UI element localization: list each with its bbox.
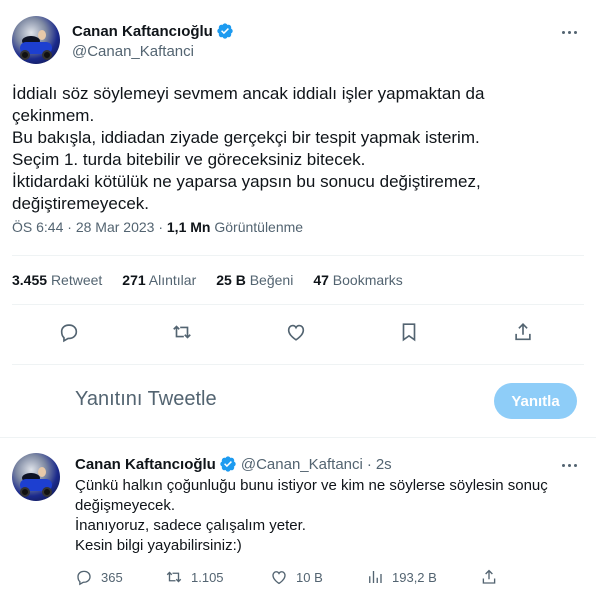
- reply-icon[interactable]: [58, 321, 80, 343]
- reply-text: Çünkü halkın çoğunluğu bunu istiyor ve k…: [75, 477, 548, 554]
- reply-time[interactable]: 2s: [376, 456, 392, 473]
- reply-handle[interactable]: @Canan_Kaftanci: [241, 456, 363, 473]
- views-icon: [369, 571, 382, 583]
- like-icon: [272, 571, 286, 585]
- bookmark-icon[interactable]: [398, 321, 420, 343]
- reply-author-row: Canan Kaftancıoğlu @Canan_Kaftanci · 2s: [75, 455, 392, 473]
- retweet-icon[interactable]: [171, 321, 193, 343]
- divider: [0, 437, 596, 438]
- engagement-stats: 3.455 Retweet 271 Alıntılar 25 B Beğeni …: [12, 272, 403, 288]
- more-icon[interactable]: [558, 24, 580, 40]
- reply-like-action[interactable]: 10 B: [270, 568, 323, 586]
- meta-separator: ·: [158, 219, 163, 235]
- reply-avatar[interactable]: [12, 453, 60, 501]
- tweet-text: İddialı söz söylemeyi sevmem ancak iddia…: [12, 84, 485, 213]
- reply-button[interactable]: Yanıtla: [494, 383, 577, 419]
- author-display-name[interactable]: Canan Kaftancıoğlu: [72, 23, 213, 40]
- avatar[interactable]: [12, 16, 60, 64]
- like-count: 10 B: [296, 569, 323, 585]
- likes-stat[interactable]: 25 B Beğeni: [216, 272, 293, 288]
- verified-badge-icon: [216, 22, 234, 40]
- reply-composer: Yanıtını Tweetle Yanıtla: [0, 368, 596, 434]
- author-name-row: Canan Kaftancıoğlu: [72, 22, 234, 40]
- share-icon: [482, 569, 496, 584]
- view-count: 193,2 B: [392, 569, 437, 585]
- share-icon[interactable]: [512, 321, 534, 343]
- tweet-meta: ÖS 6:44 · 28 Mar 2023 · 1,1 Mn Görüntüle…: [12, 219, 303, 235]
- meta-separator: ·: [67, 219, 72, 235]
- reply-reply-action[interactable]: 365: [75, 568, 123, 586]
- author-handle-row: @Canan_Kaftanci: [72, 43, 194, 60]
- reply-share-action[interactable]: [480, 568, 498, 586]
- more-icon[interactable]: [558, 457, 580, 473]
- bookmarks-stat[interactable]: 47 Bookmarks: [313, 272, 403, 288]
- reply-icon: [77, 570, 91, 586]
- tweet-actions: [0, 318, 596, 348]
- reply-retweet-action[interactable]: 1.105: [165, 568, 224, 586]
- reply-input[interactable]: Yanıtını Tweetle: [75, 388, 217, 411]
- reply-actions: 365 1.105 10 B 193,2 B: [0, 568, 596, 588]
- tweet-date[interactable]: 28 Mar 2023: [76, 219, 155, 235]
- retweets-stat[interactable]: 3.455 Retweet: [12, 272, 102, 288]
- reply-views-action[interactable]: 193,2 B: [366, 568, 437, 586]
- divider: [12, 364, 584, 365]
- like-icon[interactable]: [285, 321, 307, 343]
- divider: [12, 255, 584, 256]
- views-label: Görüntülenme: [214, 219, 304, 235]
- reply-display-name[interactable]: Canan Kaftancıoğlu: [75, 456, 216, 473]
- quotes-stat[interactable]: 271 Alıntılar: [122, 272, 196, 288]
- retweet-icon: [166, 571, 182, 583]
- author-handle[interactable]: @Canan_Kaftanci: [72, 43, 194, 60]
- reply-separator: ·: [366, 455, 372, 473]
- verified-badge-icon: [219, 455, 237, 473]
- divider: [12, 304, 584, 305]
- tweet-time[interactable]: ÖS 6:44: [12, 219, 63, 235]
- retweet-count: 1.105: [191, 569, 224, 585]
- reply-count: 365: [101, 569, 123, 585]
- views-count: 1,1 Mn: [166, 219, 211, 235]
